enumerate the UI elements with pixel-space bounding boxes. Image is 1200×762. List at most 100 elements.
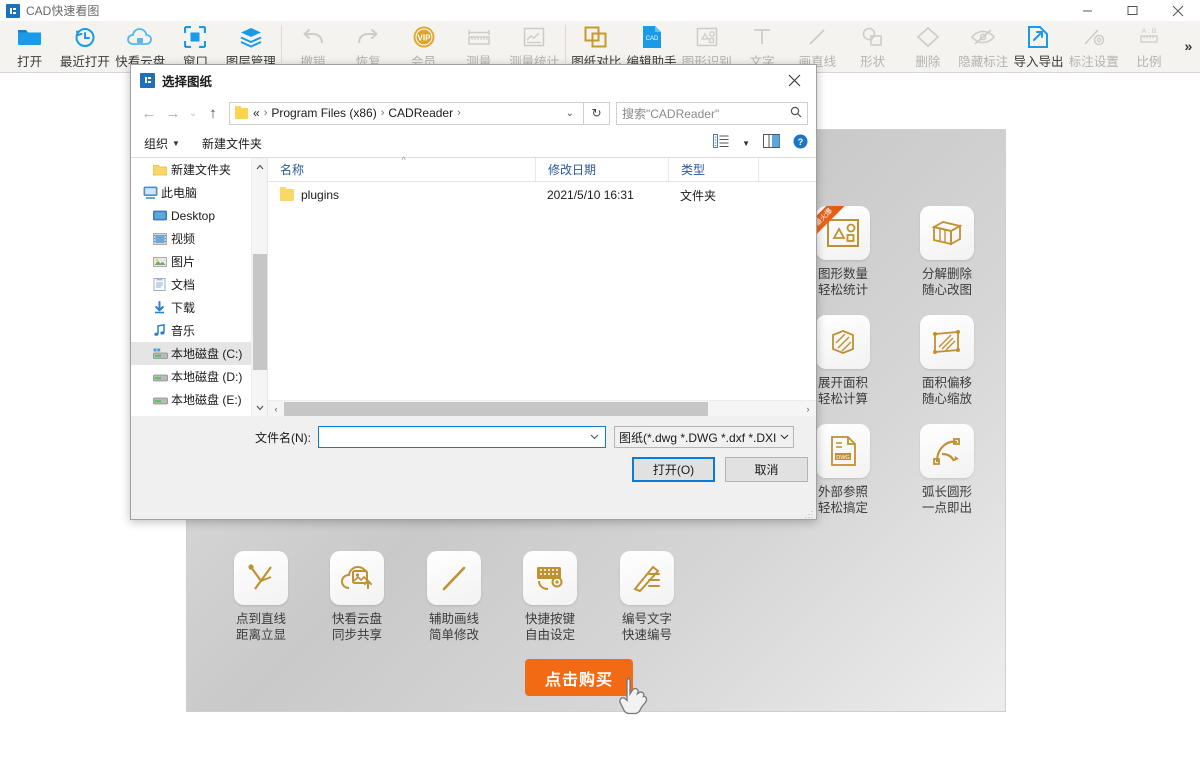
toolbar-item-import-export[interactable]: 导入导出	[1011, 21, 1066, 71]
tree-item-label: 本地磁盘 (D:)	[171, 370, 243, 384]
forward-button[interactable]: →	[161, 101, 185, 125]
open-button[interactable]: 打开(O)	[632, 457, 715, 482]
column-label: 类型	[681, 163, 706, 177]
file-open-dialog: 选择图纸 ← → ⌄ ↑ « › Program Files (x86) › C…	[130, 64, 817, 520]
toolbar-item-open[interactable]: 打开	[2, 21, 57, 71]
toolbar-item-delete[interactable]: 删除	[900, 21, 955, 71]
videos-icon	[153, 232, 171, 245]
chevron-down-icon: ▼	[172, 139, 180, 148]
file-list-horizontal-scrollbar[interactable]: ‹ ›	[268, 400, 816, 416]
promo-card-label: 分解删除 随心改图	[921, 267, 972, 297]
promo-card-cloud-sync[interactable]: 快看云盘 同步共享	[303, 551, 411, 643]
breadcrumb-separator: ›	[263, 107, 268, 119]
tree-item-new-folder[interactable]: 新建文件夹	[131, 158, 267, 181]
toolbar-label: 打开	[17, 55, 43, 69]
view-list-icon[interactable]	[713, 134, 729, 153]
refresh-button[interactable]: ↻	[584, 101, 610, 125]
organize-menu[interactable]: 组织 ▼	[144, 135, 180, 152]
chevron-down-icon[interactable]: ⌄	[559, 108, 581, 119]
tree-item-drive-c[interactable]: 本地磁盘 (C:)	[131, 342, 267, 365]
toolbar-item-shape[interactable]: 形状	[845, 21, 900, 71]
column-header-name[interactable]: 名称 ^	[268, 155, 535, 182]
promo-card-hotkey[interactable]: 快捷按键 自由设定	[496, 551, 604, 643]
system-drive-icon	[153, 348, 171, 360]
scroll-up-icon[interactable]	[252, 158, 267, 175]
tree-item-drive-e[interactable]: 本地磁盘 (E:)	[131, 388, 267, 411]
file-name-cell: plugins	[268, 187, 535, 202]
view-dropdown-caret[interactable]: ▼	[742, 139, 750, 148]
cancel-button[interactable]: 取消	[725, 457, 808, 482]
filetype-value: 图纸(*.dwg *.DWG *.dxf *.DXI	[619, 430, 777, 445]
svg-text:CAD: CAD	[645, 36, 658, 42]
preview-pane-icon[interactable]	[763, 134, 780, 153]
tree-item-desktop[interactable]: Desktop	[131, 204, 267, 227]
tree-scrollbar[interactable]	[251, 158, 267, 416]
tree-scrollbar-thumb[interactable]	[253, 254, 267, 370]
scroll-right-icon[interactable]: ›	[800, 404, 816, 414]
import-export-icon	[1027, 24, 1049, 50]
scroll-down-icon[interactable]	[252, 399, 267, 416]
toolbar-item-recent[interactable]: 最近打开	[57, 21, 112, 71]
tree-item-drive-d[interactable]: 本地磁盘 (D:)	[131, 365, 267, 388]
folder-icon	[280, 187, 294, 201]
eraser-icon	[916, 24, 940, 50]
promo-card-arc-length[interactable]: 弧长圆形 一点即出	[893, 424, 1001, 516]
promo-card-aux-line[interactable]: 辅助画线 简单修改	[400, 551, 508, 643]
tree-item-label: 文档	[171, 278, 196, 292]
chevron-down-icon[interactable]	[777, 432, 789, 442]
explode-delete-icon	[920, 206, 974, 260]
cloud-sync-icon	[330, 551, 384, 605]
tree-item-this-pc[interactable]: 此电脑	[131, 181, 267, 204]
column-header-extra[interactable]	[758, 157, 816, 182]
history-dropdown-button[interactable]: ⌄	[185, 101, 201, 125]
up-button[interactable]: ↑	[201, 101, 225, 125]
minimize-button[interactable]	[1065, 0, 1110, 21]
tree-item-videos[interactable]: 视频	[131, 227, 267, 250]
shape-recognize-icon	[695, 24, 719, 50]
tree-item-label: 视频	[171, 232, 196, 246]
table-row[interactable]: plugins 2021/5/10 16:31 文件夹	[268, 182, 816, 208]
hscrollbar-thumb[interactable]	[284, 401, 708, 416]
annotation-settings-icon	[1082, 24, 1106, 50]
tree-item-downloads[interactable]: 下载	[131, 296, 267, 319]
open-folder-icon	[17, 24, 43, 50]
music-icon	[153, 324, 171, 337]
toolbar-item-annotation-settings[interactable]: 标注设置	[1066, 21, 1121, 71]
xref-dwg-icon: DWG	[816, 424, 870, 478]
chevron-down-icon[interactable]	[590, 432, 602, 442]
scale-ratio-icon: A : B	[1136, 24, 1162, 50]
resize-grip[interactable]	[803, 507, 813, 518]
maximize-button[interactable]	[1110, 0, 1155, 21]
breadcrumb[interactable]: « › Program Files (x86) › CADReader › ⌄	[229, 101, 584, 125]
app-logo-icon	[140, 72, 155, 88]
filetype-select[interactable]: 图纸(*.dwg *.DWG *.dxf *.DXI	[614, 426, 794, 448]
column-header-type[interactable]: 类型	[668, 157, 758, 182]
column-header-modified[interactable]: 修改日期	[535, 157, 668, 182]
svg-text:?: ?	[798, 137, 804, 147]
toolbar-separator	[281, 25, 283, 63]
breadcrumb-segment-1[interactable]: CADReader	[388, 106, 453, 120]
search-input[interactable]: 搜索"CADReader"	[616, 101, 808, 125]
promo-card-number-text[interactable]: 编号文字 快速编号	[593, 551, 701, 643]
toolbar-label: 隐藏标注	[958, 55, 1009, 69]
back-button[interactable]: ←	[137, 101, 161, 125]
dialog-close-button[interactable]	[773, 65, 816, 96]
new-folder-button[interactable]: 新建文件夹	[202, 135, 262, 152]
toolbar-label: 删除	[915, 55, 941, 69]
tree-item-documents[interactable]: 文档	[131, 273, 267, 296]
toolbar-item-hide-annotation[interactable]: 隐藏标注	[956, 21, 1011, 71]
ruler-icon	[466, 24, 492, 50]
help-question-icon[interactable]: ?	[793, 134, 808, 154]
svg-text:VIP: VIP	[417, 34, 431, 43]
scroll-left-icon[interactable]: ‹	[268, 404, 284, 414]
breadcrumb-segment-0[interactable]: Program Files (x86)	[271, 106, 376, 120]
tree-item-pictures[interactable]: 图片	[131, 250, 267, 273]
filename-input[interactable]	[318, 426, 606, 448]
tree-item-music[interactable]: 音乐	[131, 319, 267, 342]
promo-card-explode-delete[interactable]: 分解删除 随心改图	[893, 206, 1001, 298]
close-button[interactable]	[1155, 0, 1200, 21]
promo-card-area-offset[interactable]: 面积偏移 随心缩放	[893, 315, 1001, 407]
toolbar-item-scale[interactable]: A : B 比例	[1121, 21, 1176, 71]
toolbar-overflow-button[interactable]: »	[1177, 21, 1200, 71]
promo-card-point-to-line[interactable]: 点到直线 距离立显	[207, 551, 315, 643]
